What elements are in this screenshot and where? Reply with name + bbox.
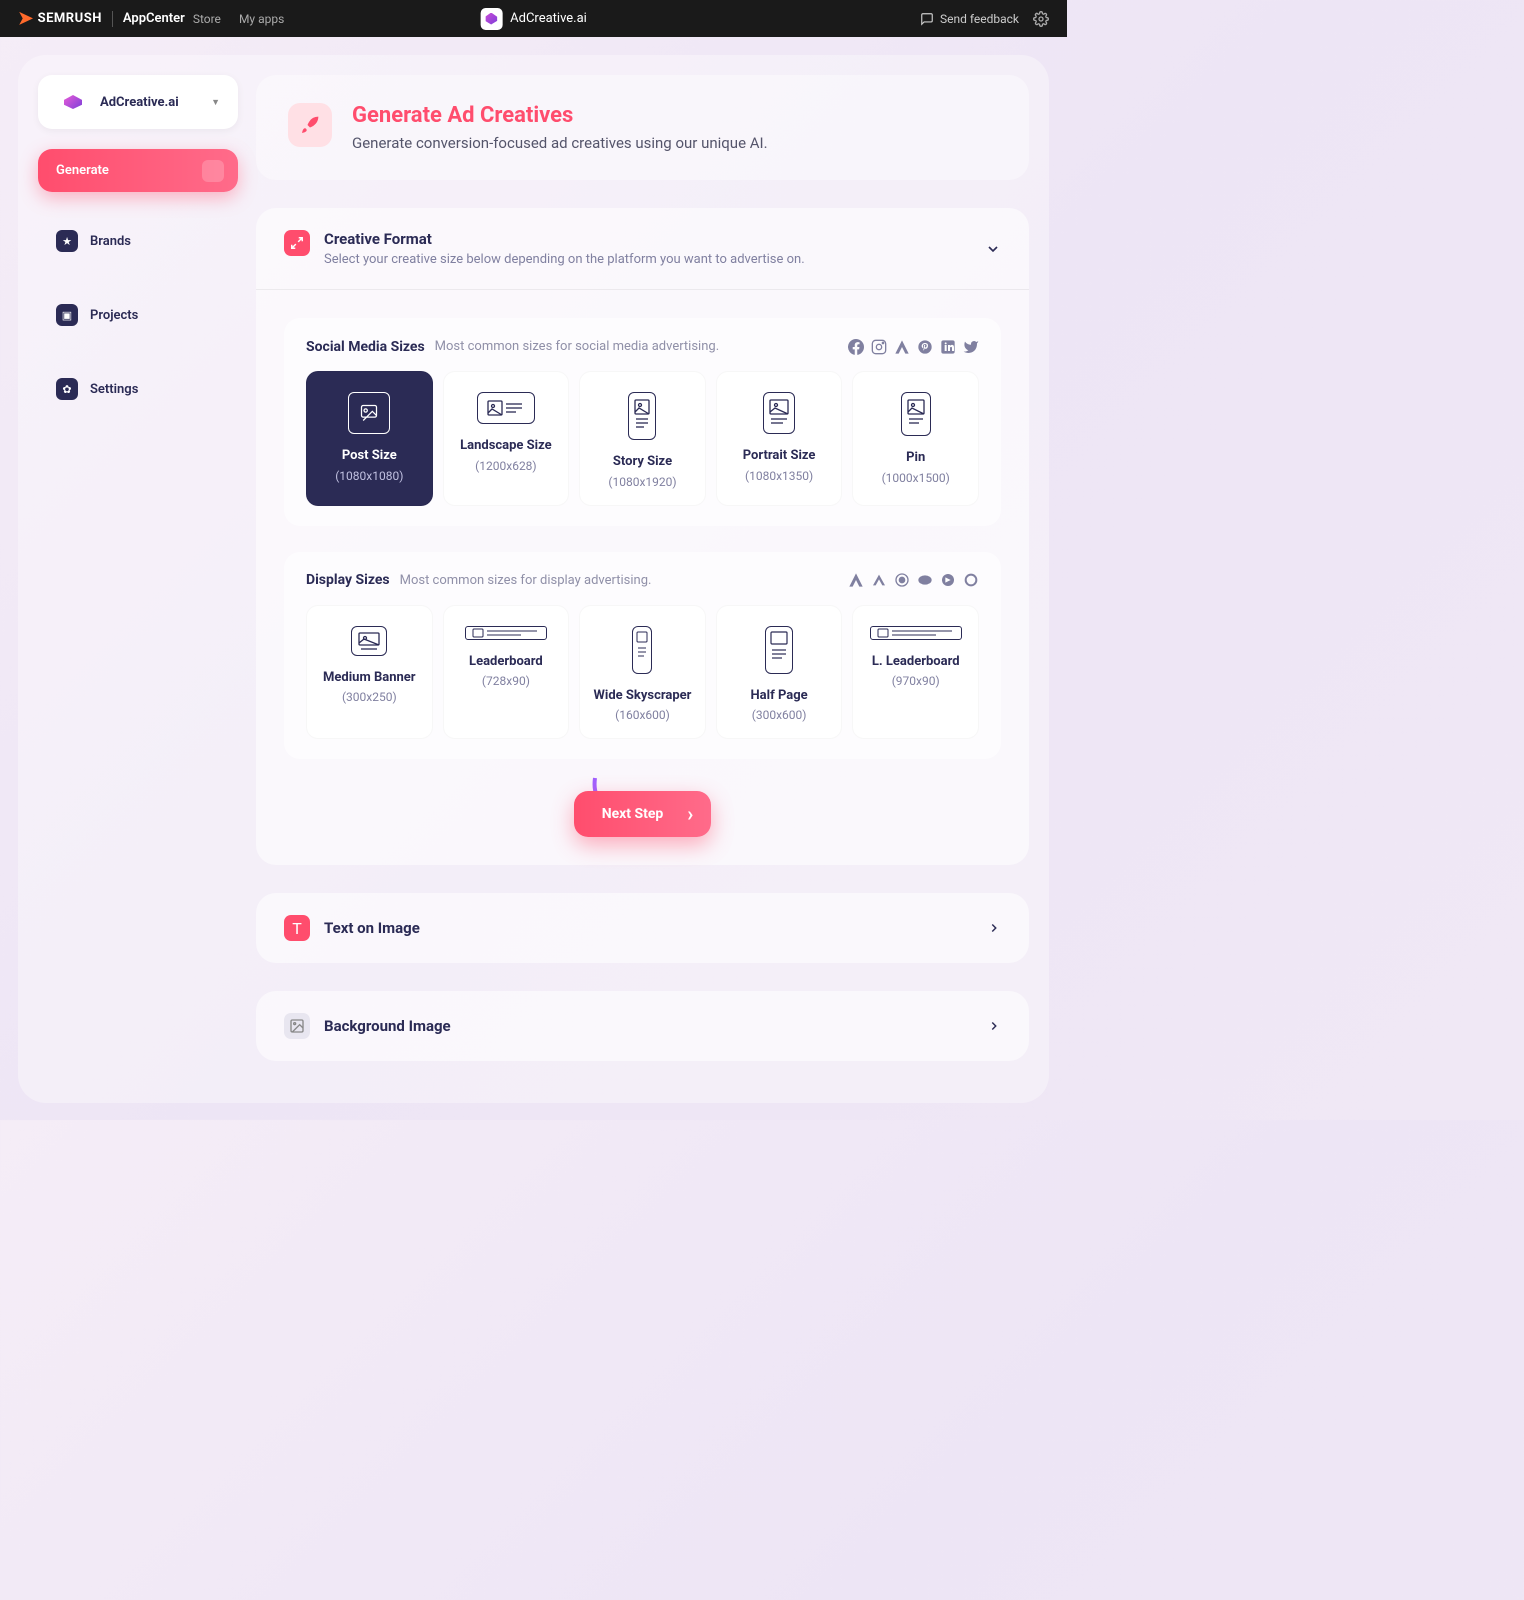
display-section: Display Sizes Most common sizes for disp… (284, 552, 1001, 760)
feedback-button[interactable]: Send feedback (920, 12, 1019, 26)
size-preview-icon (465, 626, 547, 640)
size-preview-icon (351, 626, 387, 656)
display-platform-icons (847, 572, 979, 589)
google-ads-icon (847, 572, 864, 589)
size-card-leaderboard[interactable]: Leaderboard (728x90) (443, 605, 570, 740)
settings-icon[interactable] (1033, 11, 1049, 27)
background-image-panel[interactable]: Background Image (256, 991, 1029, 1061)
center-app-indicator[interactable]: AdCreative.ai (480, 8, 587, 30)
size-card-landscape[interactable]: Landscape Size (1200x628) (443, 371, 570, 506)
chevron-right-icon[interactable] (987, 1019, 1001, 1033)
social-section: Social Media Sizes Most common sizes for… (284, 318, 1001, 526)
expand-icon (284, 230, 310, 256)
size-card-medium-banner[interactable]: Medium Banner (300x250) (306, 605, 433, 740)
app-container: AdCreative.ai ▼ Generate ★ Brands ▣ Proj… (18, 55, 1049, 1103)
adroll-icon (870, 572, 887, 589)
content: Generate Ad Creatives Generate conversio… (256, 75, 1029, 1083)
taboola-icon (939, 572, 956, 589)
panel-subtitle: Select your creative size below dependin… (324, 252, 805, 267)
layers-icon: ▣ (56, 304, 78, 326)
app-selector[interactable]: AdCreative.ai ▼ (38, 75, 238, 129)
size-card-wide-skyscraper[interactable]: Wide Skyscraper (160x600) (579, 605, 706, 740)
hero: Generate Ad Creatives Generate conversio… (256, 75, 1029, 180)
store-link[interactable]: Store (193, 12, 221, 26)
twitter-icon (962, 338, 979, 355)
flame-icon: ➤ (18, 8, 34, 29)
app-selector-label: AdCreative.ai (100, 95, 201, 110)
size-card-portrait[interactable]: Portrait Size (1080x1350) (716, 371, 843, 506)
target-icon (893, 572, 910, 589)
amazon-icon (916, 572, 933, 589)
sidebar-item-settings[interactable]: ✿ Settings (38, 364, 238, 414)
topbar: ➤ SEMRUSH AppCenter Store My apps AdCrea… (0, 0, 1067, 37)
size-preview-icon (632, 626, 652, 674)
chevron-down-icon[interactable] (985, 241, 1001, 257)
size-preview-icon (628, 392, 656, 440)
linkedin-icon (939, 338, 956, 355)
top-nav: Store My apps (193, 12, 284, 26)
hero-title: Generate Ad Creatives (352, 103, 768, 128)
sidebar-item-generate[interactable]: Generate (38, 149, 238, 192)
divider (112, 11, 113, 27)
sidebar-item-brands[interactable]: ★ Brands (38, 216, 238, 266)
size-card-l-leaderboard[interactable]: L. Leaderboard (970x90) (852, 605, 979, 740)
size-card-pin[interactable]: Pin (1000x1500) (852, 371, 979, 506)
app-selector-icon (56, 89, 90, 115)
rocket-icon (288, 103, 332, 147)
sidebar-item-projects[interactable]: ▣ Projects (38, 290, 238, 340)
text-on-image-panel[interactable]: T Text on Image (256, 893, 1029, 963)
semrush-logo[interactable]: ➤ SEMRUSH (18, 8, 102, 29)
star-icon: ★ (56, 230, 78, 252)
panel-title: Creative Format (324, 230, 805, 248)
image-icon (284, 1013, 310, 1039)
myapps-link[interactable]: My apps (239, 12, 284, 26)
size-card-post[interactable]: Post Size (1080x1080) (306, 371, 433, 506)
social-platform-icons (847, 338, 979, 355)
caret-down-icon: ▼ (211, 97, 220, 108)
instagram-icon (870, 338, 887, 355)
size-card-story[interactable]: Story Size (1080x1920) (579, 371, 706, 506)
adcreative-icon (480, 8, 502, 30)
brand-text: SEMRUSH (38, 11, 102, 26)
size-preview-icon (870, 626, 962, 640)
chevron-right-icon[interactable] (987, 921, 1001, 935)
panel-header-format[interactable]: Creative Format Select your creative siz… (256, 208, 1029, 290)
appcenter-label[interactable]: AppCenter (123, 11, 185, 26)
size-preview-icon (765, 626, 793, 674)
size-card-half-page[interactable]: Half Page (300x600) (716, 605, 843, 740)
size-preview-icon (901, 392, 931, 436)
display-subtitle: Most common sizes for display advertisin… (400, 573, 847, 588)
next-step-button[interactable]: Next Step (574, 791, 712, 837)
pinterest-icon (916, 338, 933, 355)
creative-format-panel: Creative Format Select your creative siz… (256, 208, 1029, 865)
display-title: Display Sizes (306, 572, 390, 588)
size-preview-icon (348, 392, 390, 434)
criteo-icon (962, 572, 979, 589)
feedback-icon (920, 12, 934, 26)
hero-subtitle: Generate conversion-focused ad creatives… (352, 134, 768, 152)
gear-icon: ✿ (56, 378, 78, 400)
facebook-icon (847, 338, 864, 355)
text-icon: T (284, 915, 310, 941)
google-ads-icon (893, 338, 910, 355)
sidebar: AdCreative.ai ▼ Generate ★ Brands ▣ Proj… (38, 75, 238, 1083)
size-preview-icon (477, 392, 535, 424)
size-preview-icon (763, 392, 795, 434)
social-title: Social Media Sizes (306, 339, 425, 355)
center-app-label: AdCreative.ai (510, 11, 587, 26)
social-subtitle: Most common sizes for social media adver… (435, 339, 847, 354)
